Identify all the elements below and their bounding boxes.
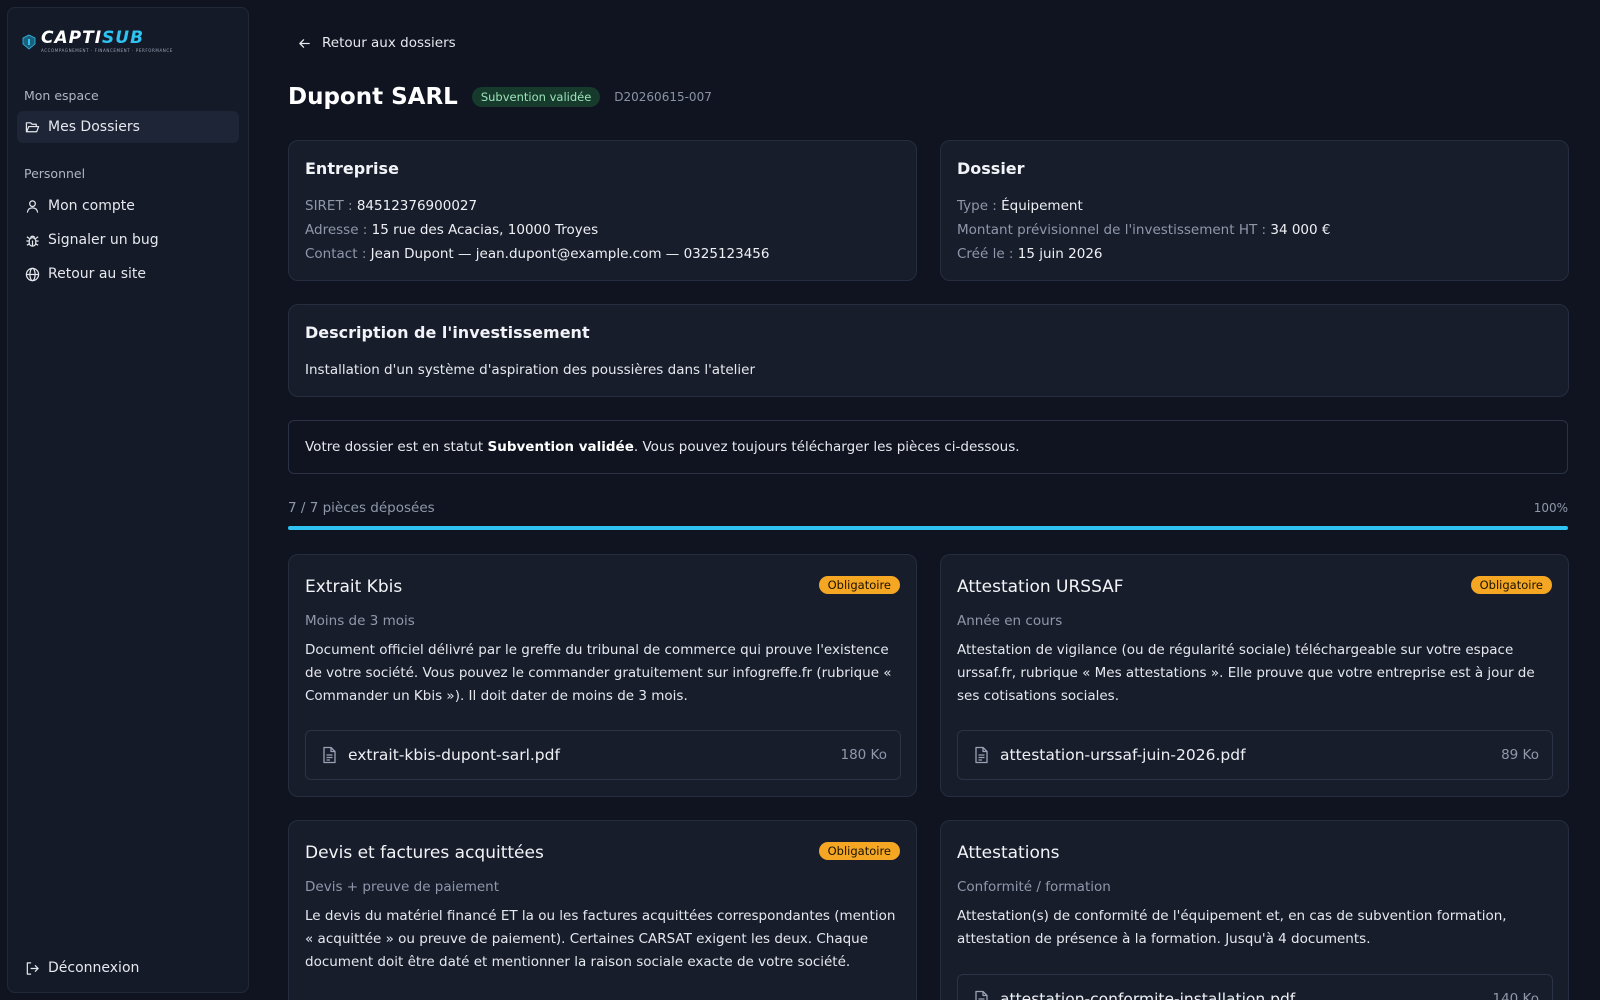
uploaded-file[interactable]: attestation-urssaf-juin-2026.pdf 89 Ko [957,730,1553,780]
cree-value: 15 juin 2026 [1017,246,1103,262]
logo-shield-icon [22,34,36,50]
siret-value: 84512376900027 [356,198,478,214]
notice-prefix: Votre dossier est en statut [305,439,484,455]
progress-label: 7 / 7 pièces déposées [288,500,435,516]
montant-key: Montant prévisionnel de l'investissement… [957,222,1267,238]
document-description: Document officiel délivré par le greffe … [305,642,892,704]
uploaded-file[interactable]: extrait-kbis-dupont-sarl.pdf 180 Ko [305,730,901,780]
siret-row: SIRET : 84512376900027 [305,198,477,214]
entreprise-card: Entreprise SIRET : 84512376900027 Adress… [288,140,917,281]
file-text-icon [975,990,988,1000]
page-title: Dupont SARL [288,84,458,110]
back-link-label: Retour aux dossiers [322,35,456,51]
uploaded-file[interactable]: attestation-conformite-installation.pdf … [957,974,1553,1000]
document-subtitle: Année en cours [957,613,1063,629]
type-key: Type : [957,198,997,214]
type-value: Équipement [1001,198,1083,214]
document-title: Attestation URSSAF [957,577,1124,597]
status-badge: Subvention validée [471,87,601,107]
captisub-logo[interactable]: CAPTISUB ACCOMPAGNEMENT · FINANCEMENT · … [21,30,173,53]
progress-bar [288,526,1568,530]
file-text-icon [323,746,336,764]
document-title: Extrait Kbis [305,577,403,597]
document-description: Attestation de vigilance (ou de régulari… [957,642,1535,704]
file-text-icon [975,746,988,764]
file-name: attestation-conformite-installation.pdf [1000,990,1296,1000]
file-size: 140 Ko [1492,991,1540,1000]
document-title: Devis et factures acquittées [305,843,544,863]
description-card-title: Description de l'investissement [305,323,590,342]
dossier-card: Dossier Type : Équipement Montant prévis… [940,140,1569,281]
folder-open-icon [25,121,40,132]
contact-value: Jean Dupont — jean.dupont@example.com — … [370,246,770,262]
dossier-reference: D20260615-007 [614,90,712,104]
required-badge: Obligatoire [818,842,900,860]
globe-icon [25,267,40,281]
section-label-mon-espace: Mon espace [24,88,99,103]
user-icon [26,199,39,213]
sidebar: CAPTISUB ACCOMPAGNEMENT · FINANCEMENT · … [7,7,249,993]
page-header: Dupont SARL Subvention validée D20260615… [288,84,712,110]
document-subtitle: Moins de 3 mois [305,613,415,629]
description-text: Installation d'un système d'aspiration d… [305,362,756,378]
document-description: Attestation(s) de conformité de l'équipe… [957,908,1507,947]
back-to-dossiers-link[interactable]: Retour aux dossiers [298,35,456,51]
entreprise-card-title: Entreprise [305,159,399,178]
logo-wordmark: CAPTISUB [41,28,145,48]
bug-icon [26,235,39,247]
montant-row: Montant prévisionnel de l'investissement… [957,222,1330,238]
contact-key: Contact : [305,246,367,262]
required-badge: Obligatoire [1470,576,1552,594]
document-subtitle: Devis + preuve de paiement [305,879,500,895]
sidebar-item-retour-site[interactable]: Retour au site [17,258,239,290]
logout-label: Déconnexion [48,960,140,976]
document-card-kbis: Extrait Kbis Obligatoire Moins de 3 mois… [288,554,917,797]
sidebar-item-label: Mes Dossiers [48,119,140,135]
contact-row: Contact : Jean Dupont — jean.dupont@exam… [305,246,769,262]
siret-key: SIRET : [305,198,353,214]
file-name: attestation-urssaf-juin-2026.pdf [1000,746,1246,764]
arrow-left-icon [299,38,310,48]
sidebar-item-mes-dossiers[interactable]: Mes Dossiers [17,111,239,143]
document-subtitle: Conformité / formation [957,879,1111,895]
progress-percent: 100% [1533,501,1568,515]
status-notice: Votre dossier est en statut Subvention v… [288,420,1568,474]
notice-status: Subvention validée [487,439,634,455]
notice-suffix: . Vous pouvez toujours télécharger les p… [633,439,1020,455]
adresse-row: Adresse : 15 rue des Acacias, 10000 Troy… [305,222,598,238]
logout-button[interactable]: Déconnexion [17,952,239,984]
type-row: Type : Équipement [957,198,1083,214]
description-card: Description de l'investissement Installa… [288,304,1569,397]
file-size: 89 Ko [1501,747,1539,763]
cree-key: Créé le : [957,246,1014,262]
progress-bar-fill [288,526,1568,530]
document-description: Le devis du matériel financé ET la ou le… [305,908,896,970]
cree-row: Créé le : 15 juin 2026 [957,246,1103,262]
sidebar-item-label: Mon compte [48,198,135,214]
document-title: Attestations [957,843,1060,863]
sidebar-item-signaler-bug[interactable]: Signaler un bug [17,224,239,256]
sidebar-item-mon-compte[interactable]: Mon compte [17,190,239,222]
document-card-devis-factures: Devis et factures acquittées Obligatoire… [288,820,917,1000]
adresse-value: 15 rue des Acacias, 10000 Troyes [371,222,599,238]
file-size: 180 Ko [840,747,888,763]
section-label-personnel: Personnel [24,166,86,181]
file-name: extrait-kbis-dupont-sarl.pdf [348,746,560,764]
logo-tagline: ACCOMPAGNEMENT · FINANCEMENT · PERFORMAN… [41,48,173,53]
document-card-urssaf: Attestation URSSAF Obligatoire Année en … [940,554,1569,797]
sidebar-item-label: Retour au site [48,266,147,282]
dossier-card-title: Dossier [957,159,1025,178]
montant-value: 34 000 € [1270,222,1331,238]
document-card-attestations: Attestations Conformité / formation Atte… [940,820,1569,1000]
logout-icon [26,961,39,975]
adresse-key: Adresse : [305,222,368,238]
required-badge: Obligatoire [818,576,900,594]
sidebar-item-label: Signaler un bug [48,232,159,248]
